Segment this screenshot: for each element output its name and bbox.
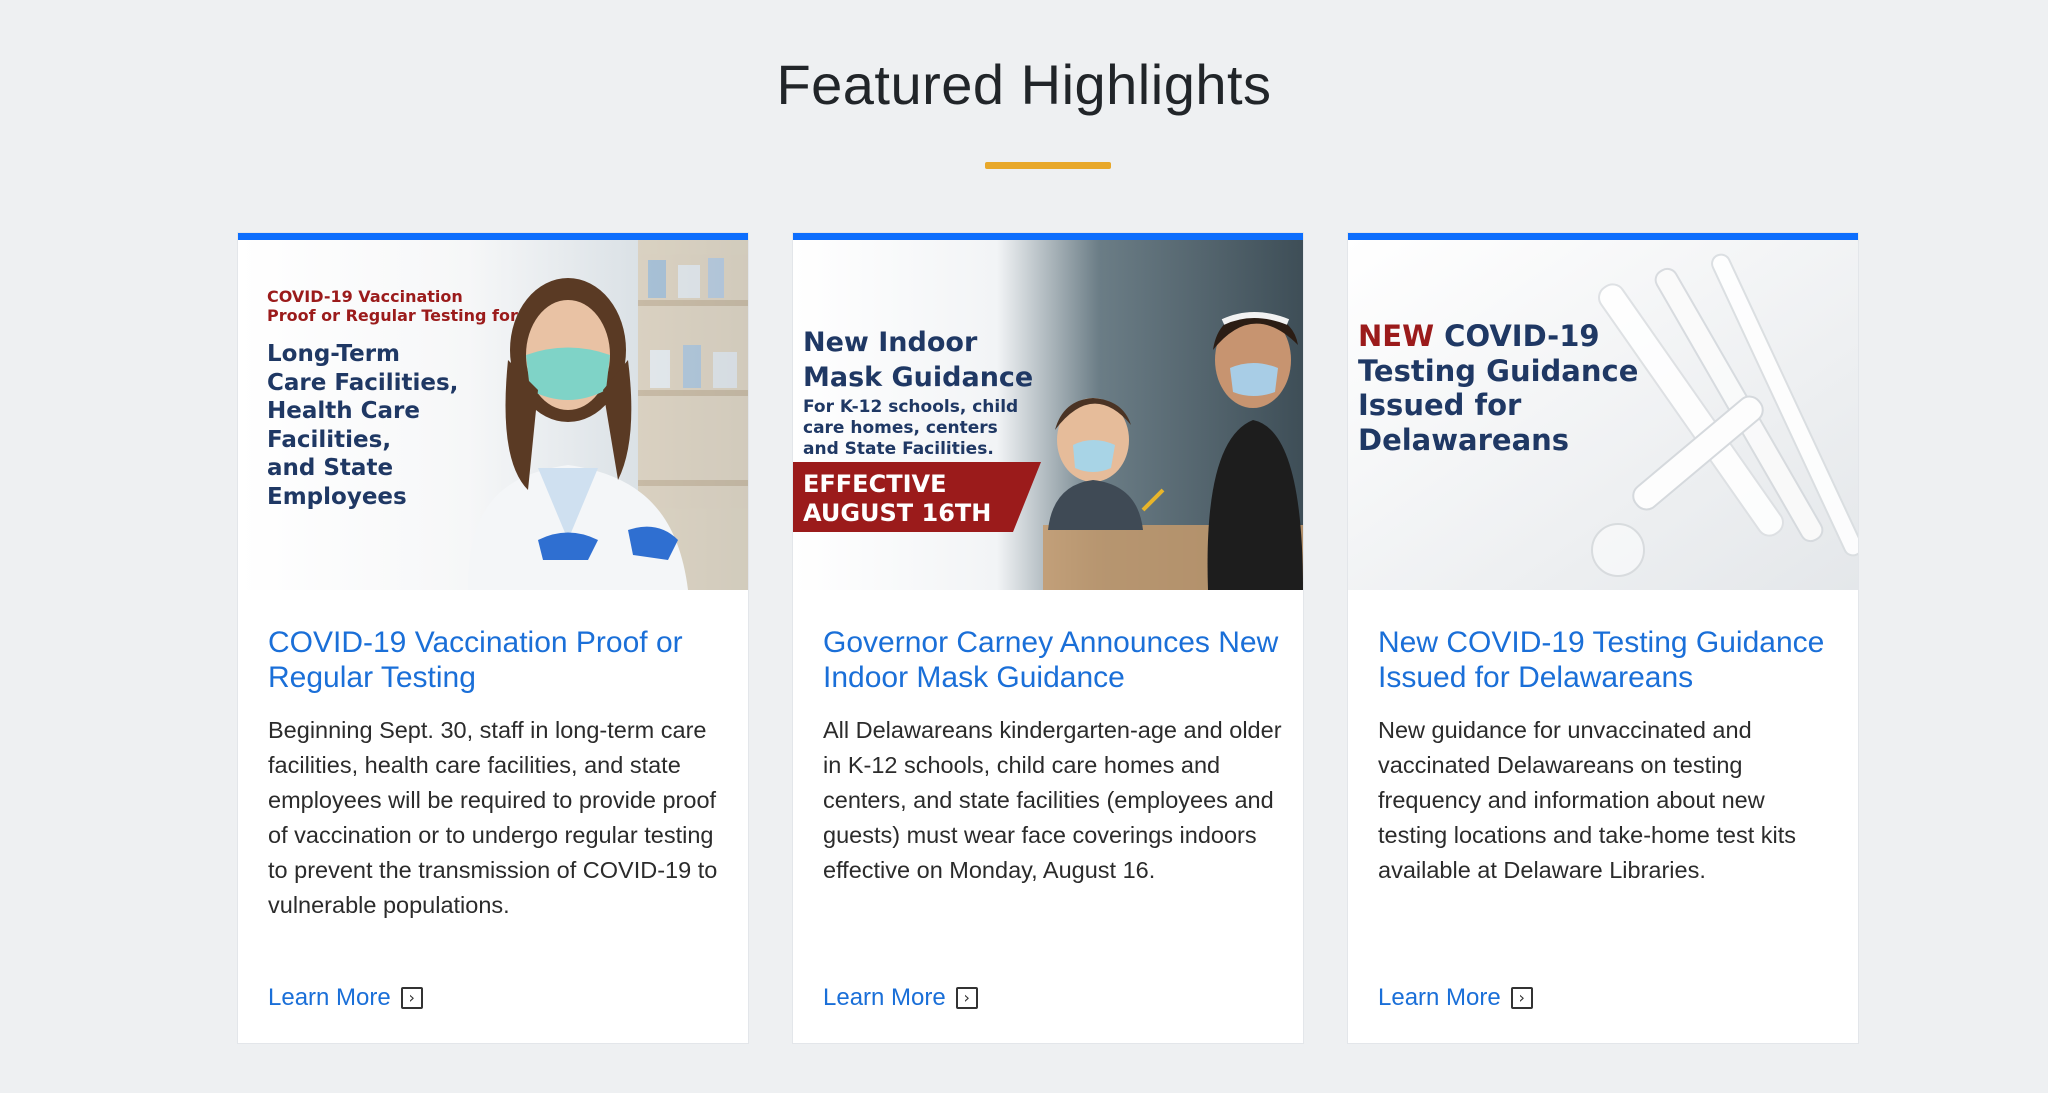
image-headline-text: New Indoor: [803, 327, 978, 358]
card-image-mask-guidance[interactable]: New Indoor Mask Guidance For K-12 school…: [793, 240, 1303, 590]
learn-more-link[interactable]: Learn More ›: [1378, 984, 1533, 1012]
highlight-card-vaccination: COVID-19 Vaccination Proof or Regular Te…: [238, 233, 748, 1043]
highlight-card-mask-guidance: New Indoor Mask Guidance For K-12 school…: [793, 233, 1303, 1043]
svg-text:AUGUST 16TH: AUGUST 16TH: [803, 499, 991, 527]
svg-text:For K-12 schools, child: For K-12 schools, child: [803, 397, 1018, 417]
card-image-testing-guidance[interactable]: NEW COVID-19 Testing Guidance Issued for…: [1348, 240, 1858, 590]
svg-text:Employees: Employees: [267, 484, 407, 510]
learn-more-label: Learn More: [1378, 984, 1501, 1011]
svg-text:EFFECTIVE: EFFECTIVE: [803, 470, 946, 498]
external-link-icon: ›: [1510, 987, 1533, 1009]
svg-text:Mask Guidance: Mask Guidance: [803, 362, 1033, 393]
title-underline: [985, 162, 1111, 169]
learn-more-label: Learn More: [268, 984, 391, 1011]
image-headline-text: Long-Term: [267, 341, 400, 367]
card-title-link[interactable]: COVID-19 Vaccination Proof or Regular Te…: [268, 625, 728, 695]
svg-text:Care Facilities,: Care Facilities,: [267, 370, 458, 396]
svg-text:Facilities,: Facilities,: [267, 427, 391, 453]
card-description: Beginning Sept. 30, staff in long-term c…: [268, 717, 718, 918]
image-intro-text: COVID-19 Vaccination: [267, 287, 463, 306]
card-image-vaccination[interactable]: COVID-19 Vaccination Proof or Regular Te…: [238, 240, 748, 590]
card-title-link[interactable]: Governor Carney Announces New Indoor Mas…: [823, 625, 1283, 695]
external-link-icon: ›: [955, 987, 978, 1009]
card-description: New guidance for unvaccinated and vaccin…: [1378, 717, 1796, 883]
image-headline-text: NEW COVID-19: [1358, 319, 1600, 353]
svg-text:Delawareans: Delawareans: [1358, 423, 1569, 457]
learn-more-link[interactable]: Learn More ›: [823, 984, 978, 1012]
section-title: Featured Highlights: [776, 53, 1272, 116]
svg-text:and State: and State: [267, 455, 393, 481]
card-title-link[interactable]: New COVID-19 Testing Guidance Issued for…: [1378, 625, 1838, 695]
learn-more-label: Learn More: [823, 984, 946, 1011]
learn-more-link[interactable]: Learn More ›: [268, 984, 423, 1012]
svg-text:Testing Guidance: Testing Guidance: [1358, 354, 1638, 388]
svg-text:and State Facilities.: and State Facilities.: [803, 439, 994, 459]
card-description: All Delawareans kindergarten-age and old…: [823, 717, 1282, 883]
svg-text:care homes, centers: care homes, centers: [803, 418, 998, 438]
highlight-card-testing-guidance: NEW COVID-19 Testing Guidance Issued for…: [1348, 233, 1858, 1043]
external-link-icon: ›: [400, 987, 423, 1009]
svg-text:Health Care: Health Care: [267, 398, 420, 424]
svg-text:Proof or Regular Testing for: Proof or Regular Testing for: [267, 306, 518, 325]
svg-text:Issued for: Issued for: [1358, 388, 1522, 422]
